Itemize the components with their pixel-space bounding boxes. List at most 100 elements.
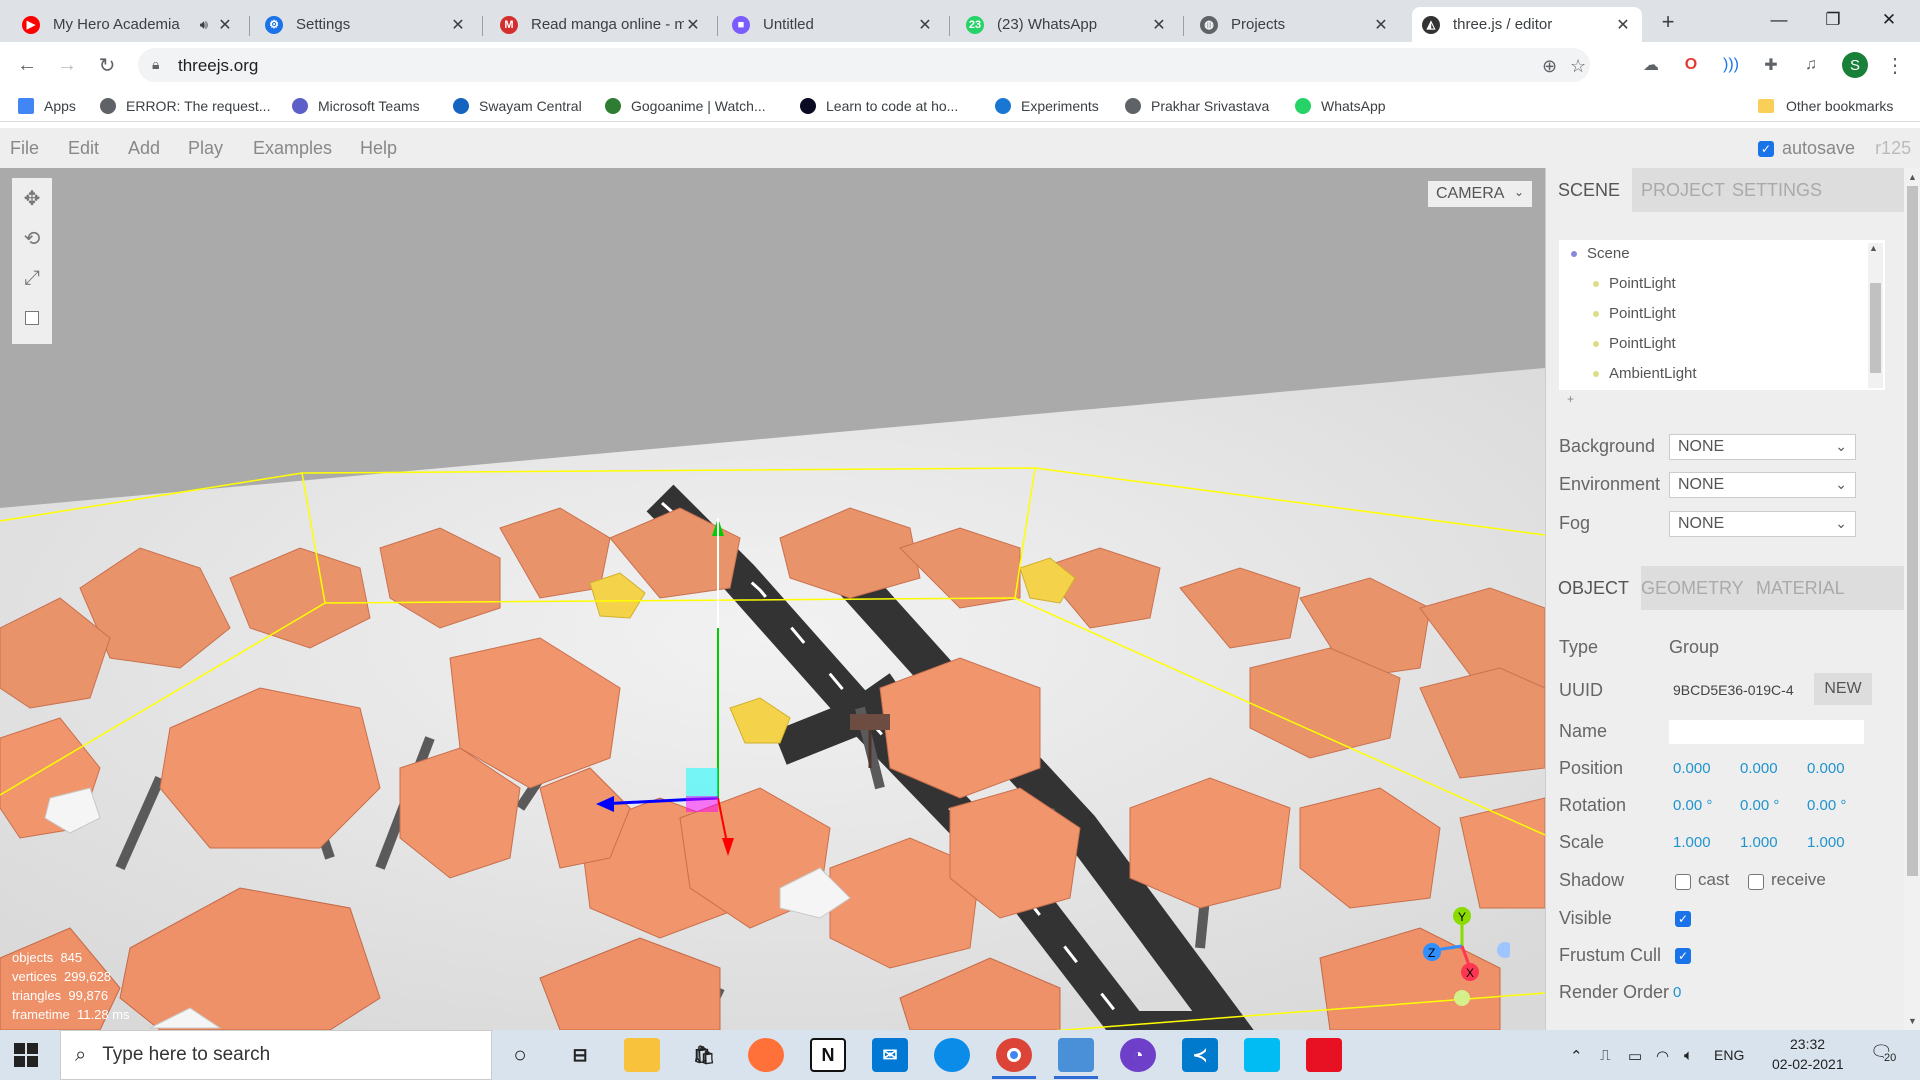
tab-material[interactable]: MATERIAL: [1744, 566, 1857, 610]
render-order-value[interactable]: 0: [1673, 984, 1681, 1001]
notion-icon[interactable]: N: [810, 1038, 846, 1072]
windows-start-icon[interactable]: [14, 1043, 38, 1067]
tab-scene[interactable]: SCENE: [1546, 168, 1633, 212]
close-tab-icon[interactable]: ✕: [449, 15, 467, 35]
outliner-item[interactable]: PointLight: [1593, 335, 1676, 352]
outliner-item[interactable]: PointLight: [1593, 305, 1676, 322]
camera-select[interactable]: CAMERA ⌄: [1428, 181, 1532, 207]
speaker-extension-icon[interactable]: ))): [1720, 54, 1742, 76]
receive-shadow-checkbox[interactable]: [1748, 874, 1764, 890]
bookmark-item[interactable]: Experiments: [995, 95, 1099, 117]
outliner-item[interactable]: Scene: [1571, 245, 1630, 262]
scene-outliner[interactable]: Scene PointLight PointLight PointLight Ambie…: [1559, 240, 1885, 406]
visible-checkbox[interactable]: ✓: [1675, 911, 1691, 927]
new-uuid-button[interactable]: NEW: [1814, 673, 1872, 705]
back-button[interactable]: ←: [12, 50, 42, 80]
scene-prop-select[interactable]: NONE ⌄: [1669, 472, 1856, 498]
menu-help[interactable]: Help: [360, 138, 397, 159]
browser-tab[interactable]: ◍ Projects ✕: [1190, 7, 1400, 42]
frustum-cull-checkbox[interactable]: ✓: [1675, 948, 1691, 964]
menu-edit[interactable]: Edit: [68, 138, 99, 159]
maximize-button[interactable]: ❐: [1810, 0, 1856, 40]
menu-add[interactable]: Add: [128, 138, 160, 159]
browser-tab[interactable]: ◭ three.js / editor ✕: [1412, 7, 1642, 42]
close-tab-icon[interactable]: ✕: [1614, 15, 1632, 35]
scale-x[interactable]: 1.000: [1673, 834, 1711, 851]
browser-tab[interactable]: ■ Untitled ✕: [722, 7, 944, 42]
outliner-add-icon[interactable]: +: [1567, 392, 1574, 406]
language-indicator[interactable]: ENG: [1714, 1047, 1744, 1063]
add-circle-icon[interactable]: ⊕: [1542, 56, 1557, 77]
position-z[interactable]: 0.000: [1807, 760, 1845, 777]
audio-playing-icon[interactable]: 🔊︎: [200, 17, 208, 33]
chrome-icon[interactable]: [996, 1038, 1032, 1072]
close-tab-icon[interactable]: ✕: [684, 15, 702, 35]
office-apps-icon[interactable]: [1306, 1038, 1342, 1072]
scale-tool-icon[interactable]: ⤢: [12, 258, 52, 298]
scene-prop-select[interactable]: NONE ⌄: [1669, 511, 1856, 537]
browser-tab[interactable]: 23 (23) WhatsApp ✕: [956, 7, 1178, 42]
bookmark-item[interactable]: ERROR: The request...: [100, 95, 270, 117]
autosave-checkbox[interactable]: ✓: [1758, 140, 1774, 157]
close-window-button[interactable]: ✕: [1866, 0, 1912, 40]
profile-avatar[interactable]: S: [1842, 52, 1868, 78]
close-tab-icon[interactable]: ✕: [216, 15, 234, 35]
scene-prop-select[interactable]: NONE ⌄: [1669, 434, 1856, 460]
name-input[interactable]: [1669, 720, 1864, 744]
cloud-extension-icon[interactable]: ☁: [1640, 54, 1662, 76]
minimize-button[interactable]: —: [1756, 0, 1802, 40]
edge-icon[interactable]: [934, 1038, 970, 1072]
file-explorer-icon[interactable]: [624, 1038, 660, 1072]
menu-file[interactable]: File: [10, 138, 39, 159]
local-space-toggle[interactable]: [12, 298, 52, 338]
bookmark-item[interactable]: Swayam Central: [453, 95, 582, 117]
scale-z[interactable]: 1.000: [1807, 834, 1845, 851]
clock-time[interactable]: 23:32: [1790, 1036, 1825, 1052]
github-icon[interactable]: ◔: [1120, 1038, 1156, 1072]
bookmark-item[interactable]: Gogoanime | Watch...: [605, 95, 766, 117]
forward-button[interactable]: →: [52, 50, 82, 80]
browser-tab[interactable]: ⚙ Settings ✕: [255, 7, 477, 42]
bookmark-item[interactable]: WhatsApp: [1295, 95, 1386, 117]
menu-examples[interactable]: Examples: [253, 138, 332, 159]
outliner-item[interactable]: PointLight: [1593, 275, 1676, 292]
tab-object[interactable]: OBJECT: [1546, 566, 1642, 610]
bookmark-item[interactable]: Prakhar Srivastava: [1125, 95, 1269, 117]
view-helper-gizmo[interactable]: Y Z X: [1400, 898, 1510, 1008]
scale-y[interactable]: 1.000: [1740, 834, 1778, 851]
autosave-toggle[interactable]: ✓ autosave r125: [1758, 138, 1911, 159]
bookmark-star-icon[interactable]: ☆: [1570, 56, 1586, 77]
taskbar-search[interactable]: ⌕ Type here to search: [60, 1030, 492, 1080]
sidebar-scrollbar[interactable]: ▲ ▼: [1904, 168, 1920, 1030]
outliner-item[interactable]: AmbientLight: [1593, 365, 1697, 382]
translate-tool-icon[interactable]: ✥: [12, 178, 52, 218]
clock-date[interactable]: 02-02-2021: [1772, 1056, 1844, 1072]
tab-geometry[interactable]: GEOMETRY: [1629, 566, 1756, 610]
3d-viewport[interactable]: ✥ ⟲ ⤢ CAMERA ⌄ objects 845 vertices 299,6…: [0, 168, 1545, 1030]
close-tab-icon[interactable]: ✕: [916, 15, 934, 35]
paint3d-icon[interactable]: [1244, 1038, 1280, 1072]
reload-button[interactable]: ↻: [92, 50, 122, 80]
other-bookmarks[interactable]: Other bookmarks: [1758, 95, 1893, 117]
microsoft-store-icon[interactable]: 🛍︎: [686, 1038, 722, 1072]
axis-neg-x-handle[interactable]: [1497, 942, 1510, 958]
bookmark-item[interactable]: Apps: [18, 95, 76, 117]
position-x[interactable]: 0.000: [1673, 760, 1711, 777]
kebab-menu-icon[interactable]: ⋮: [1884, 54, 1906, 77]
rotate-tool-icon[interactable]: ⟲: [12, 218, 52, 258]
cast-shadow-checkbox[interactable]: [1675, 874, 1691, 890]
cortana-icon[interactable]: ○: [502, 1038, 538, 1072]
position-y[interactable]: 0.000: [1740, 760, 1778, 777]
vscode-icon[interactable]: ≺: [1182, 1038, 1218, 1072]
rotation-z[interactable]: 0.00 °: [1807, 797, 1846, 814]
close-tab-icon[interactable]: ✕: [1150, 15, 1168, 35]
outliner-scrollbar[interactable]: ▲: [1868, 243, 1883, 388]
opera-extension-icon[interactable]: O: [1680, 54, 1702, 76]
task-view-icon[interactable]: ⊟: [562, 1038, 598, 1072]
tab-settings[interactable]: SETTINGS: [1720, 168, 1834, 212]
close-tab-icon[interactable]: ✕: [1372, 15, 1390, 35]
new-tab-button[interactable]: +: [1654, 8, 1682, 36]
rotation-y[interactable]: 0.00 °: [1740, 797, 1779, 814]
mail-icon[interactable]: ✉: [872, 1038, 908, 1072]
menu-play[interactable]: Play: [188, 138, 223, 159]
